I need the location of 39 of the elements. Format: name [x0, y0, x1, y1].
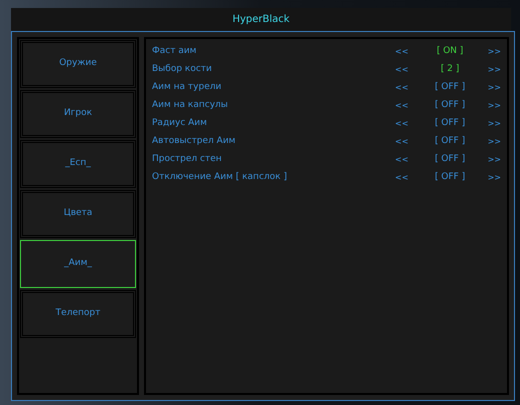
next-arrow[interactable]: >>	[485, 154, 501, 166]
option-value: [ 2 ]	[440, 63, 460, 76]
option-value: [ ON ]	[436, 45, 464, 58]
previous-arrow[interactable]: <<	[395, 136, 415, 148]
tab[interactable]: Оружие	[20, 40, 136, 88]
previous-arrow[interactable]: <<	[395, 64, 415, 76]
option-value: [ OFF ]	[434, 171, 466, 184]
option-value: [ OFF ]	[434, 135, 466, 148]
option-value: [ OFF ]	[434, 99, 466, 112]
previous-arrow[interactable]: <<	[395, 46, 415, 58]
next-arrow[interactable]: >>	[485, 46, 501, 58]
next-arrow[interactable]: >>	[485, 136, 501, 148]
next-arrow[interactable]: >>	[485, 64, 501, 76]
option-label: Аим на капсулы	[152, 99, 229, 112]
tab[interactable]: _Аим_	[20, 240, 136, 288]
next-arrow[interactable]: >>	[485, 82, 501, 94]
next-arrow[interactable]: >>	[485, 118, 501, 130]
tab[interactable]: Цвета	[20, 190, 136, 238]
previous-arrow[interactable]: <<	[395, 154, 415, 166]
tab[interactable]: Игрок	[20, 90, 136, 138]
previous-arrow[interactable]: <<	[395, 118, 415, 130]
option-label: Прострел стен	[152, 153, 223, 166]
option-label: Автовыстрел Аим	[152, 135, 236, 148]
option-label: Отключение Аим [ капслок ]	[152, 171, 288, 184]
option-value: [ OFF ]	[434, 153, 466, 166]
previous-arrow[interactable]: <<	[395, 100, 415, 112]
option-label: Фаст аим	[152, 45, 198, 58]
option-value: [ OFF ]	[434, 81, 466, 94]
tab[interactable]: Телепорт	[20, 290, 136, 338]
option-label: Радиус Аим	[152, 117, 208, 130]
option-label: Аим на турели	[152, 81, 222, 94]
option-label: Выбор кости	[152, 63, 213, 76]
previous-arrow[interactable]: <<	[395, 82, 415, 94]
tab[interactable]: _Есп_	[20, 140, 136, 188]
option-value: [ OFF ]	[434, 117, 466, 130]
window-title: HyperBlack	[232, 13, 290, 27]
next-arrow[interactable]: >>	[485, 172, 501, 184]
previous-arrow[interactable]: <<	[395, 172, 415, 184]
next-arrow[interactable]: >>	[485, 100, 501, 112]
